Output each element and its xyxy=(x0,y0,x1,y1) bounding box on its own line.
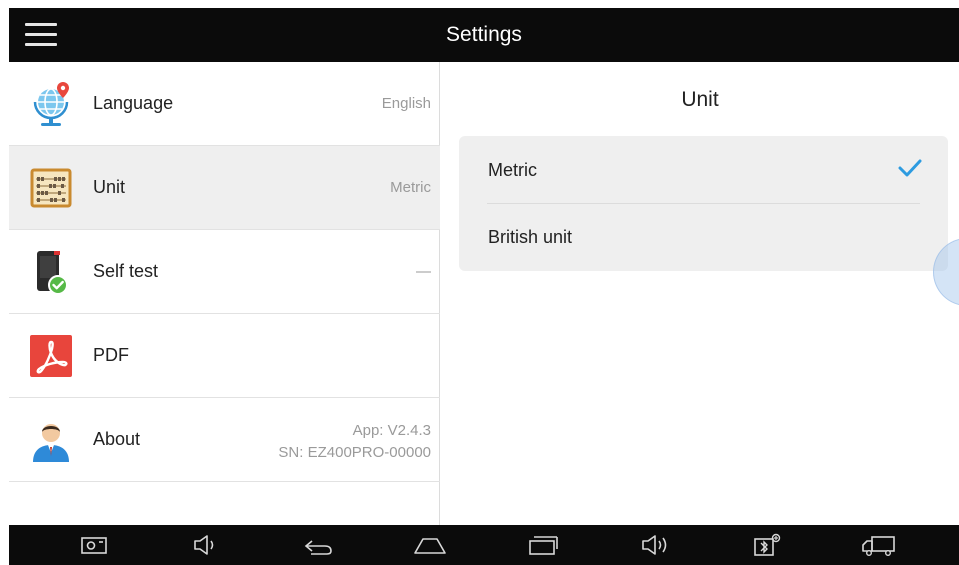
settings-item-about[interactable]: About App: V2.4.3 SN: EZ400PRO-00000 xyxy=(9,398,440,482)
app-version: App: V2.4.3 xyxy=(352,422,431,439)
checkmark-icon xyxy=(898,158,922,178)
option-label: Metric xyxy=(488,160,537,180)
screenshot-icon[interactable] xyxy=(79,533,109,557)
settings-item-pdf[interactable]: PDF xyxy=(9,314,440,398)
about-info: App: V2.4.3 SN: EZ400PRO-00000 xyxy=(278,420,431,464)
app-window: Settings Language English Unit Metric Se… xyxy=(9,8,959,565)
system-navbar xyxy=(9,525,959,565)
settings-item-value: Metric xyxy=(390,179,431,196)
back-icon[interactable] xyxy=(303,533,333,557)
settings-item-label: PDF xyxy=(93,345,129,365)
truck-icon[interactable] xyxy=(861,533,895,557)
settings-item-value: English xyxy=(381,95,431,112)
option-label: British unit xyxy=(488,227,573,247)
recent-apps-icon[interactable] xyxy=(527,533,558,557)
volume-down-icon[interactable] xyxy=(191,533,221,557)
home-icon[interactable] xyxy=(413,533,446,557)
pdf-icon xyxy=(27,332,75,380)
panel-title: Unit xyxy=(681,88,719,111)
serial-number: SN: EZ400PRO-00000 xyxy=(278,444,431,461)
unit-panel: Unit Metric British unit xyxy=(441,62,959,525)
settings-item-value: — xyxy=(416,263,431,280)
title-bar: Settings xyxy=(9,8,959,62)
settings-item-language[interactable]: Language English xyxy=(9,62,440,146)
option-british-unit[interactable]: British unit xyxy=(459,203,948,270)
abacus-icon xyxy=(27,164,75,212)
settings-item-unit[interactable]: Unit Metric xyxy=(9,146,440,230)
bluetooth-vci-icon[interactable] xyxy=(751,533,781,557)
option-metric[interactable]: Metric xyxy=(459,136,948,203)
volume-up-icon[interactable] xyxy=(639,533,669,557)
page-title: Settings xyxy=(446,23,522,46)
globe-icon xyxy=(27,80,75,128)
settings-item-label: About xyxy=(93,429,141,449)
settings-list: Language English Unit Metric Self test —… xyxy=(9,62,440,525)
settings-item-label: Unit xyxy=(93,177,126,197)
settings-item-label: Self test xyxy=(93,261,159,281)
device-check-icon xyxy=(27,248,75,296)
user-icon xyxy=(27,416,75,464)
unit-options: Metric British unit xyxy=(459,136,948,271)
settings-item-label: Language xyxy=(93,93,174,113)
settings-item-self-test[interactable]: Self test — xyxy=(9,230,440,314)
